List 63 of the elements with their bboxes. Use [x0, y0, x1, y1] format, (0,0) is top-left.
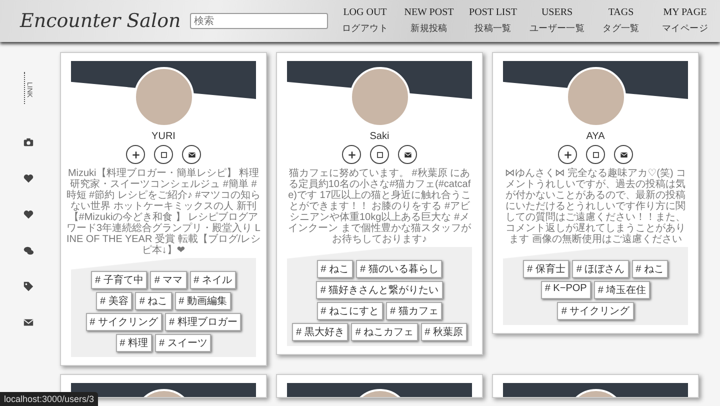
- follow-button[interactable]: [342, 145, 361, 164]
- tag-link[interactable]: # 動画編集: [174, 292, 232, 310]
- plus-icon: [346, 150, 356, 160]
- tag-link[interactable]: # 猫カフェ: [386, 302, 442, 320]
- nav-link[interactable]: USERS ユーザー一覧: [528, 7, 586, 35]
- heart-icon[interactable]: [22, 208, 34, 220]
- detail-button[interactable]: [370, 145, 389, 164]
- tag-icon[interactable]: [22, 280, 34, 292]
- user-bio: ⋈ゆんさく⋈ 完全なる趣味アカ♡(笑) コメントうれしいですが、過去の投稿は気が付かないことがあるので、最新の投稿にいただけるとうれしいです作り方に関しての質問はご遠慮ください！！また、コメント返しが遅れてしまうことがあります 画像の無断使用はご遠慮ください: [504, 168, 688, 245]
- square-icon: [374, 150, 384, 160]
- mail-icon: [186, 150, 196, 160]
- square-icon: [158, 150, 168, 160]
- camera-icon[interactable]: [22, 136, 34, 148]
- chat-icon[interactable]: [22, 244, 34, 256]
- message-button[interactable]: [398, 145, 417, 164]
- tag-link[interactable]: # ほぼさん: [572, 260, 629, 278]
- tag-link[interactable]: # ねこカフェ: [351, 323, 418, 341]
- tag-link[interactable]: # 子育て中: [90, 271, 148, 289]
- user-bio: 猫カフェに努めています。 #秋葉原 にある定員約10名の小さな#猫カフェ(#catcafe)です 17匹以上の猫と身近に触れ合うことができます！！ お膝のりをする #アビシニアンや体重10kg以上ある巨大な #メインクーン まで個性豊かな猫スタッフがお待ちしております♪: [287, 168, 472, 245]
- detail-button[interactable]: [154, 145, 173, 164]
- nav-link[interactable]: TAGS タグ一覧: [592, 7, 650, 35]
- tag-link[interactable]: # 黒大好き: [292, 323, 348, 341]
- tag-link[interactable]: # ネイル: [190, 271, 236, 289]
- nav-link[interactable]: MY PAGE マイページ: [656, 7, 714, 35]
- message-button[interactable]: [182, 145, 201, 164]
- tag-link[interactable]: # 料理: [116, 334, 152, 352]
- tag-link[interactable]: # ママ: [150, 271, 187, 289]
- mail-icon: [618, 150, 628, 160]
- heart-icon[interactable]: [22, 172, 34, 184]
- plus-icon: [130, 150, 140, 160]
- square-icon: [590, 150, 600, 160]
- nav-link[interactable]: POST LIST 投稿一覧: [464, 7, 522, 35]
- tag-link[interactable]: # 猫好きさんと繋がりたい: [316, 281, 443, 299]
- tag-link[interactable]: # 保育士: [522, 260, 570, 278]
- tag-link[interactable]: # 猫のいる暮らし: [356, 260, 442, 278]
- user-bio: Mizuki【料理ブロガー・簡単レシピ】 料理研究家・スイーツコンシェルジュ #簡単 #時短 #節約 レシピをご紹介♪ #マツコの知らない世界 ホットケーキミックスの人 新刊【#Mizukiの今どき和食 】 レシピブログアワード3年連続総合グランプリ・殿堂入り LINE OF THE YEAR 受賞 転載【ブログ/レシピ本↓】❤: [66, 168, 261, 256]
- nav-link[interactable]: LOG OUT ログアウト: [336, 7, 394, 35]
- tag-link[interactable]: # ねこ: [632, 260, 668, 278]
- user-name: YURI: [152, 131, 176, 142]
- tag-link[interactable]: # スイーツ: [155, 334, 212, 352]
- tag-link[interactable]: # ねこ: [135, 292, 172, 310]
- tag-link[interactable]: # 美容: [96, 292, 132, 310]
- tag-link[interactable]: # サイクリング: [86, 313, 162, 331]
- site-logo[interactable]: Encounter Salon: [20, 10, 190, 32]
- mail-icon[interactable]: [22, 316, 34, 328]
- mail-icon: [402, 150, 412, 160]
- nav-link[interactable]: NEW POST 新規投稿: [400, 7, 458, 35]
- status-bar-url: localhost:3000/users/3: [0, 392, 98, 406]
- tag-link[interactable]: # ねこにすと: [316, 302, 383, 320]
- search-field[interactable]: 検索: [190, 13, 328, 29]
- follow-button[interactable]: [126, 145, 145, 164]
- follow-button[interactable]: [558, 145, 577, 164]
- tag-link[interactable]: # サイクリング: [557, 302, 634, 320]
- tag-link[interactable]: # 料理ブロガー: [165, 313, 242, 331]
- plus-icon: [562, 150, 572, 160]
- tag-link[interactable]: # 秋葉原: [420, 323, 468, 341]
- tag-link[interactable]: # 埼玉在住: [594, 281, 650, 299]
- tag-link[interactable]: # ねこ: [316, 260, 353, 278]
- detail-button[interactable]: [586, 145, 605, 164]
- user-name: Saki: [370, 131, 390, 142]
- user-name: AYA: [586, 131, 605, 142]
- message-button[interactable]: [614, 145, 633, 164]
- tag-link[interactable]: # K−POP: [540, 281, 591, 299]
